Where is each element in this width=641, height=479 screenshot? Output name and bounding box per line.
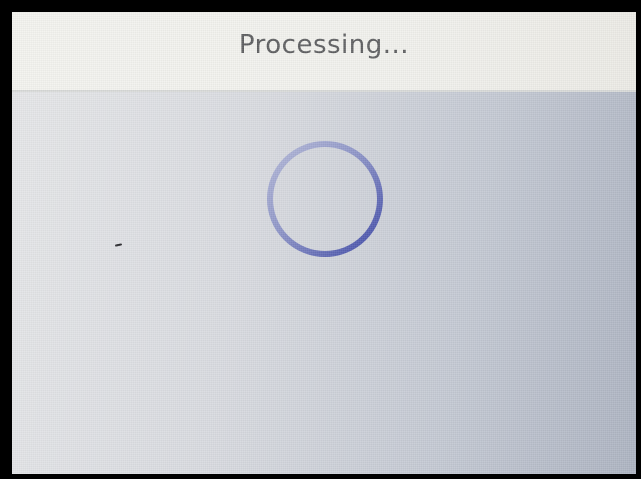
screen-speck — [114, 243, 123, 247]
loading-spinner-icon — [267, 141, 383, 257]
processing-screen: Processing... — [12, 12, 636, 474]
device-frame: Processing... — [0, 0, 641, 479]
dialog-title: Processing... — [238, 30, 410, 60]
dialog-header: Processing... — [12, 12, 636, 92]
